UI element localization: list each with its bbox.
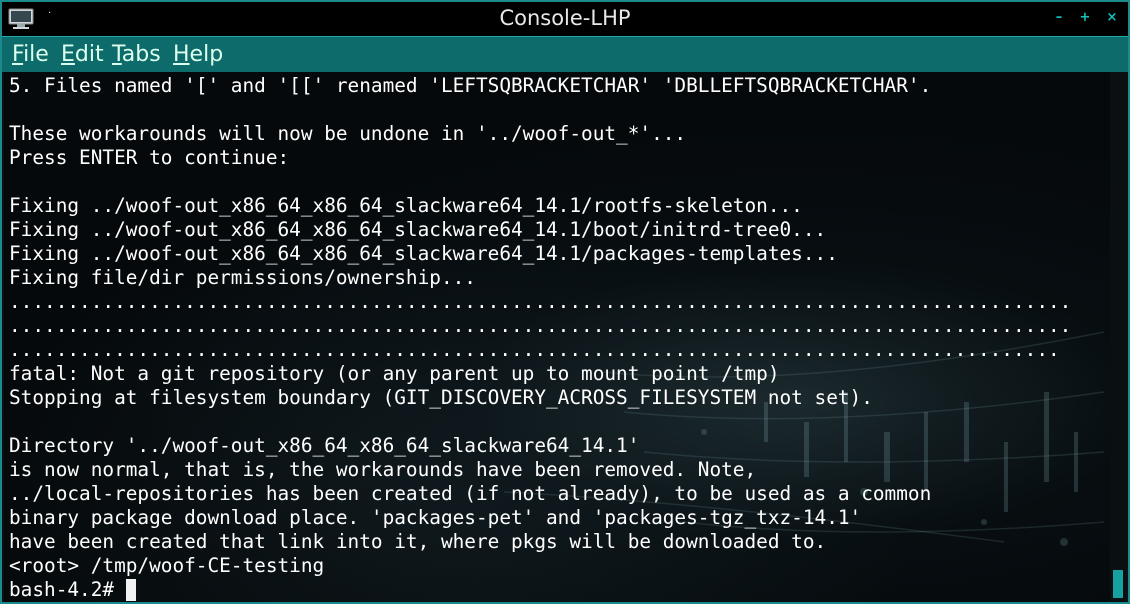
terminal-line: Directory '../woof-out_x86_64_x86_64_sla…: [9, 434, 640, 457]
terminal-line: binary package download place. 'packages…: [9, 506, 862, 529]
terminal-line: Fixing ../woof-out_x86_64_x86_64_slackwa…: [9, 242, 838, 265]
terminal-line: <root> /tmp/woof-CE-testing: [9, 554, 325, 577]
terminal-line: ../local-repositories has been created (…: [9, 482, 932, 505]
shell-prompt: bash-4.2#: [9, 578, 126, 601]
title-bar[interactable]: · Console-LHP – + ×: [2, 2, 1128, 36]
terminal-window: · Console-LHP – + × File Edit Tabs Help: [0, 0, 1130, 604]
text-cursor: [125, 579, 136, 601]
scrollbar[interactable]: [1110, 72, 1126, 602]
menu-help[interactable]: Help: [173, 42, 223, 67]
terminal-line: ........................................…: [9, 338, 1060, 361]
menu-file[interactable]: File: [12, 42, 49, 67]
close-button[interactable]: ×: [1103, 9, 1121, 27]
terminal-line: fatal: Not a git repository (or any pare…: [9, 362, 780, 385]
terminal-line: These workarounds will now be undone in …: [9, 122, 687, 145]
menu-bar: File Edit Tabs Help: [2, 36, 1128, 72]
prompt-line: bash-4.2#: [9, 578, 1071, 602]
window-title: Console-LHP: [499, 6, 631, 30]
terminal-line: 5. Files named '[' and '[[' renamed 'LEF…: [9, 74, 932, 97]
maximize-button[interactable]: +: [1076, 9, 1094, 27]
terminal-line: Fixing ../woof-out_x86_64_x86_64_slackwa…: [9, 194, 803, 217]
terminal-output[interactable]: 5. Files named '[' and '[[' renamed 'LEF…: [4, 72, 1112, 602]
terminal-line: Fixing ../woof-out_x86_64_x86_64_slackwa…: [9, 218, 827, 241]
terminal-line: Press ENTER to continue:: [9, 146, 290, 169]
menu-tabs[interactable]: Tabs: [112, 42, 161, 67]
terminal-line: is now normal, that is, the workarounds …: [9, 458, 757, 481]
terminal-line: Fixing file/dir permissions/ownership...: [9, 266, 476, 289]
terminal-line: ........................................…: [9, 290, 1072, 313]
scrollbar-thumb[interactable]: [1113, 570, 1123, 598]
terminal-line: Stopping at filesystem boundary (GIT_DIS…: [9, 386, 873, 409]
minimize-button[interactable]: –: [1050, 9, 1068, 27]
terminal-line: ........................................…: [9, 314, 1072, 337]
menu-edit[interactable]: Edit: [61, 42, 104, 67]
terminal-text: 5. Files named '[' and '[[' renamed 'LEF…: [9, 74, 1071, 602]
terminal-line: have been created that link into it, whe…: [9, 530, 827, 553]
